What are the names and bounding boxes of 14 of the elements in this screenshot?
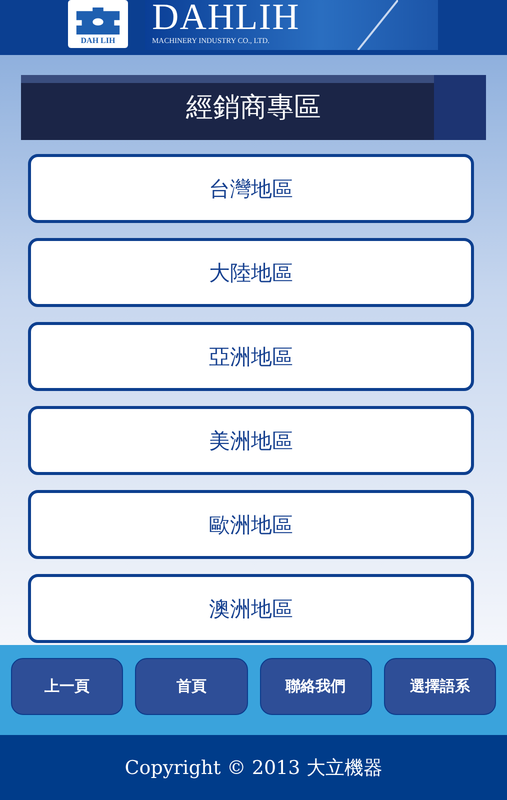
nav-button[interactable]: 選擇語系 bbox=[384, 658, 496, 715]
nav-button[interactable]: 上一頁 bbox=[11, 658, 124, 715]
brand-name: DAHLIH bbox=[152, 0, 300, 36]
region-button[interactable]: 大陸地區 bbox=[28, 238, 474, 307]
region-button[interactable]: 台灣地區 bbox=[28, 154, 474, 223]
page-title: 經銷商專區 bbox=[186, 92, 321, 124]
region-button[interactable]: 美洲地區 bbox=[28, 406, 474, 475]
nav-button[interactable]: 首頁 bbox=[135, 658, 248, 715]
nav-button[interactable]: 聯絡我們 bbox=[260, 658, 372, 715]
region-button[interactable]: 歐洲地區 bbox=[28, 490, 474, 559]
region-button[interactable]: 亞洲地區 bbox=[28, 322, 474, 391]
region-button[interactable]: 澳洲地區 bbox=[28, 574, 474, 643]
copyright-text: Copyright © 2013 大立機器 bbox=[124, 756, 382, 780]
logo-text: DAH LIH bbox=[80, 36, 116, 46]
